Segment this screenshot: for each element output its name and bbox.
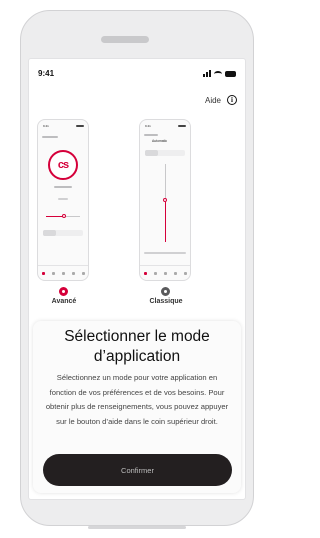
battery-icon bbox=[225, 71, 236, 77]
signal-icon bbox=[203, 70, 211, 77]
advanced-mode-preview[interactable]: 9:41 cs bbox=[37, 119, 89, 281]
status-bar: 9:41 bbox=[29, 59, 245, 83]
preview-bottom-nav bbox=[140, 265, 190, 280]
help-button[interactable]: Aide i bbox=[205, 95, 237, 105]
advanced-mode-radio[interactable] bbox=[59, 287, 68, 296]
preview-program-label: Automatic bbox=[152, 139, 168, 143]
wifi-icon bbox=[214, 71, 222, 77]
program-logo-icon: cs bbox=[48, 150, 78, 180]
preview-status-time: 9:41 bbox=[43, 124, 49, 128]
volume-slider-track bbox=[165, 164, 166, 200]
classic-mode-radio[interactable] bbox=[161, 287, 170, 296]
preview-segment-control bbox=[43, 230, 83, 236]
preview-subtitle bbox=[58, 198, 68, 200]
preview-segment-control bbox=[145, 150, 185, 156]
volume-slider-knob bbox=[62, 214, 66, 218]
preview-program-name bbox=[54, 186, 72, 188]
confirm-button[interactable]: Confirmer bbox=[43, 454, 232, 486]
advanced-mode-label: Avancé bbox=[51, 298, 77, 305]
card-description: Sélectionnez un mode pour votre applicat… bbox=[45, 373, 229, 426]
home-indicator bbox=[88, 526, 186, 529]
classic-mode-label: Classique bbox=[149, 298, 183, 305]
card-title: Sélectionner le mode d’application bbox=[64, 328, 210, 365]
preview-header-bar bbox=[144, 134, 158, 136]
mode-info-card: Sélectionner le mode d’application Sélec… bbox=[33, 321, 241, 493]
preview-controls-row bbox=[144, 252, 186, 254]
status-time: 9:41 bbox=[38, 69, 55, 78]
preview-bottom-nav bbox=[38, 265, 88, 280]
classic-mode-preview[interactable]: 9:41 Automatic bbox=[139, 119, 191, 281]
preview-status-icons bbox=[76, 125, 84, 127]
app-screen: 9:41 Aide i 9:41 cs 9:41 Automatic Avanc… bbox=[28, 58, 246, 500]
volume-slider-fill bbox=[165, 202, 166, 242]
phone-speaker bbox=[101, 36, 149, 43]
preview-status-icons bbox=[178, 125, 186, 127]
preview-header-bar bbox=[42, 136, 58, 138]
status-icons bbox=[203, 69, 236, 77]
help-label: Aide bbox=[204, 95, 221, 105]
preview-status-time: 9:41 bbox=[145, 124, 151, 128]
info-icon: i bbox=[227, 95, 237, 105]
